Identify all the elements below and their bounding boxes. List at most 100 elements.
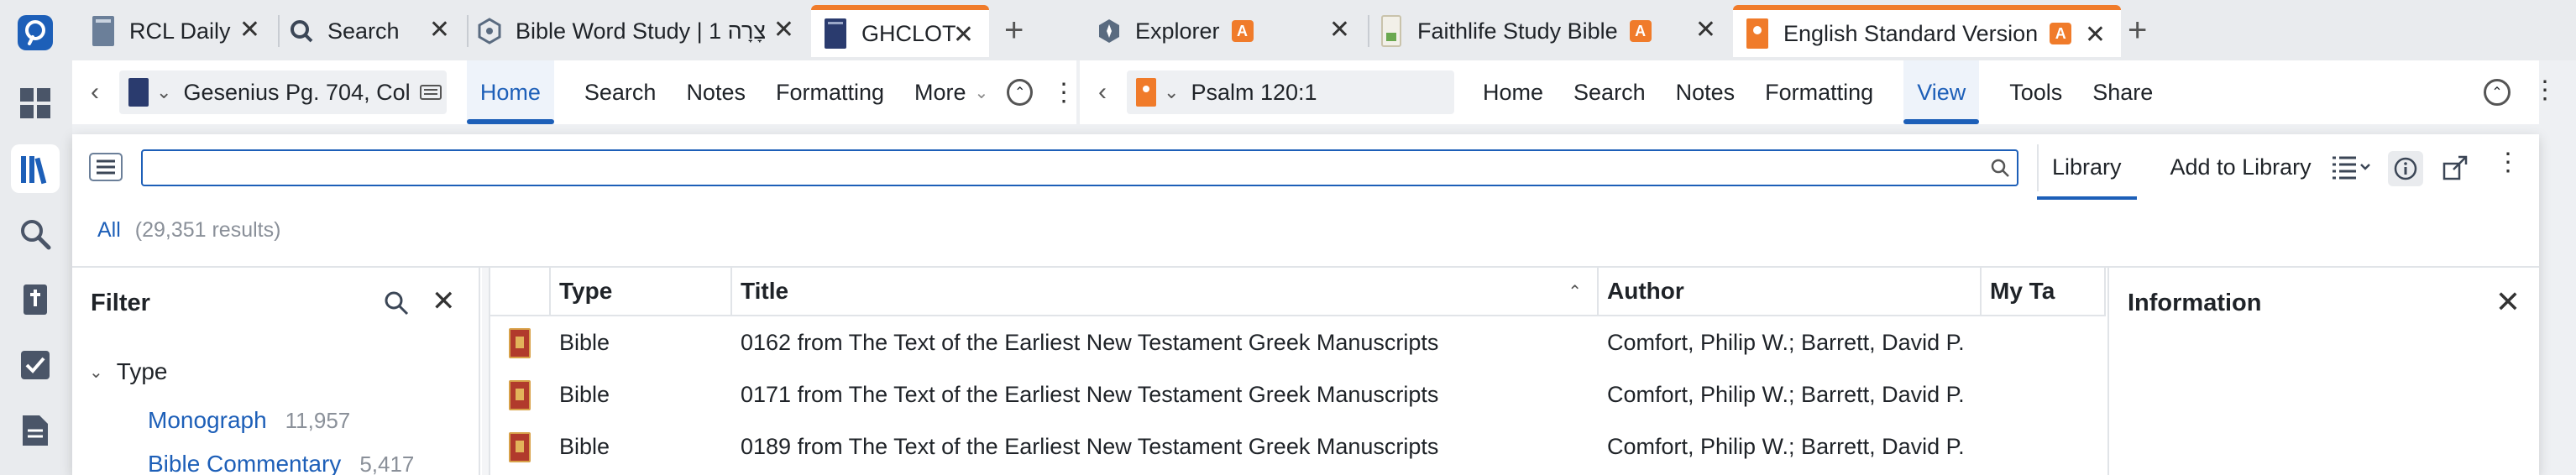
filter-item-label: Bible Commentary bbox=[148, 451, 342, 475]
menu-tools[interactable]: Tools bbox=[2009, 60, 2062, 124]
tab-divider bbox=[467, 15, 469, 47]
close-icon[interactable]: ✕ bbox=[2085, 20, 2106, 50]
tab-faithlife-study-bible[interactable]: Faithlife Study Bible A ✕ bbox=[1379, 5, 1731, 57]
new-tab-right-plus-icon[interactable]: + bbox=[2128, 12, 2147, 50]
menu-search[interactable]: Search bbox=[1573, 60, 1646, 124]
chevron-down-icon: ⌄ bbox=[89, 363, 103, 382]
cell-title: 0189 from The Text of the Earliest New T… bbox=[741, 433, 1439, 459]
hamburger-menu-icon[interactable] bbox=[89, 153, 123, 185]
back-arrow-icon[interactable]: ‹ bbox=[91, 78, 99, 107]
filter-search-icon[interactable] bbox=[383, 290, 410, 321]
cell-title: 0162 from The Text of the Earliest New T… bbox=[741, 329, 1439, 355]
menu-view[interactable]: View bbox=[1903, 60, 1980, 124]
library-tabs: Library Add to Library bbox=[2037, 134, 2345, 200]
library-search-input[interactable] bbox=[141, 149, 2018, 186]
column-header-icon[interactable] bbox=[490, 268, 551, 316]
tab-divider bbox=[278, 15, 280, 47]
new-tab-left-plus-icon[interactable]: + bbox=[1004, 12, 1024, 50]
checklist-icon[interactable] bbox=[11, 341, 60, 389]
resource-reference-box[interactable]: ⌄ Gesenius Pg. 704, Col. bbox=[119, 70, 447, 114]
tab-ghclot[interactable]: GHCLOT ✕ bbox=[811, 5, 989, 57]
menu-search[interactable]: Search bbox=[584, 60, 657, 124]
search-icon[interactable] bbox=[1990, 158, 2010, 182]
search-icon bbox=[289, 14, 314, 48]
book-icon bbox=[509, 328, 531, 358]
table-row[interactable]: Bible 0162 from The Text of the Earliest… bbox=[482, 316, 2106, 368]
chevron-down-icon[interactable]: ⌄ bbox=[1164, 81, 1179, 103]
tab-english-standard-version[interactable]: English Standard Version A ✕ bbox=[1733, 5, 2121, 57]
table-row[interactable]: Bible 0189 from The Text of the Earliest… bbox=[482, 420, 2106, 472]
close-icon[interactable]: ✕ bbox=[239, 15, 260, 44]
filter-item-count: 11,957 bbox=[285, 408, 351, 433]
chevron-down-icon[interactable]: ⌄ bbox=[975, 82, 989, 103]
close-icon[interactable]: ✕ bbox=[1329, 15, 1350, 44]
badge-a: A bbox=[2050, 23, 2072, 44]
cell-type: Bible bbox=[559, 329, 610, 355]
tab-search[interactable]: Search ✕ bbox=[289, 5, 465, 57]
menu-formatting[interactable]: Formatting bbox=[1765, 60, 1873, 124]
library-top-bar: Library Add to Library ⋮ bbox=[72, 134, 2539, 200]
tab-library[interactable]: Library bbox=[2037, 134, 2137, 200]
more-vertical-icon[interactable]: ⋮ bbox=[2495, 148, 2521, 177]
library-icon[interactable] bbox=[11, 144, 60, 193]
cell-title: 0171 from The Text of the Earliest New T… bbox=[741, 381, 1439, 407]
close-icon[interactable]: ✕ bbox=[432, 284, 456, 318]
column-header-author[interactable]: Author bbox=[1599, 268, 1982, 316]
sort-ascending-icon: ⌃ bbox=[1568, 282, 1582, 301]
bible-reference-box[interactable]: ⌄ Psalm 120:1 bbox=[1127, 70, 1454, 114]
dashboard-icon[interactable] bbox=[11, 79, 60, 128]
chevron-down-icon[interactable]: ⌄ bbox=[156, 81, 171, 103]
close-icon[interactable]: ✕ bbox=[773, 15, 794, 44]
more-vertical-icon[interactable]: ⋮ bbox=[1051, 78, 1076, 107]
column-header-title-label: Title bbox=[741, 278, 789, 304]
document-icon[interactable] bbox=[11, 406, 60, 455]
more-vertical-icon[interactable]: ⋮ bbox=[2532, 76, 2558, 105]
cell-author: Comfort, Philip W.; Barrett, David P. bbox=[1607, 433, 1965, 459]
menu-formatting[interactable]: Formatting bbox=[776, 60, 884, 124]
bible-icon[interactable] bbox=[11, 275, 60, 324]
popout-icon[interactable] bbox=[2442, 154, 2469, 185]
table-row[interactable]: Bible 0171 from The Text of the Earliest… bbox=[482, 368, 2106, 420]
logo-search-icon[interactable] bbox=[11, 8, 60, 57]
menu-notes[interactable]: Notes bbox=[686, 60, 746, 124]
bible-icon bbox=[1745, 17, 1770, 50]
bible-icon bbox=[1379, 14, 1404, 48]
tab-bible-word-study[interactable]: Bible Word Study | צָרָה 1 ✕ bbox=[477, 5, 809, 57]
menu-more[interactable]: More bbox=[914, 60, 966, 124]
collapse-up-icon[interactable]: ⌃ bbox=[1007, 79, 1033, 106]
menu-home[interactable]: Home bbox=[466, 60, 554, 124]
cell-type: Bible bbox=[559, 433, 610, 459]
app-window: RCL Daily ✕ Search ✕ Bible Word Study | … bbox=[0, 0, 2576, 475]
tab-explorer[interactable]: Explorer A ✕ bbox=[1097, 5, 1365, 57]
tab-divider bbox=[1368, 15, 1369, 47]
keyboard-icon[interactable] bbox=[420, 85, 442, 100]
tab-label: Explorer bbox=[1135, 18, 1220, 44]
filter-type-group[interactable]: ⌄ Type bbox=[89, 358, 167, 385]
filter-item-monograph[interactable]: Monograph 11,957 bbox=[148, 407, 350, 434]
tab-add-to-library[interactable]: Add to Library bbox=[2170, 134, 2312, 200]
close-icon[interactable]: ✕ bbox=[953, 20, 974, 50]
filter-item-count: 5,417 bbox=[359, 452, 415, 475]
column-header-type[interactable]: Type bbox=[551, 268, 732, 316]
menu-share[interactable]: Share bbox=[2092, 60, 2153, 124]
filter-item-bible-commentary[interactable]: Bible Commentary 5,417 bbox=[148, 451, 414, 475]
collapse-up-icon[interactable]: ⌃ bbox=[2484, 79, 2511, 106]
tab-rcl-daily[interactable]: RCL Daily ✕ bbox=[91, 5, 275, 57]
results-summary: All (29,351 results) bbox=[97, 218, 280, 243]
tab-label: RCL Daily bbox=[129, 18, 231, 44]
menu-home[interactable]: Home bbox=[1483, 60, 1543, 124]
close-icon[interactable]: ✕ bbox=[2495, 284, 2521, 320]
results-count: (29,351 results) bbox=[134, 218, 281, 242]
bible-reference-text: Psalm 120:1 bbox=[1191, 79, 1317, 105]
menu-notes[interactable]: Notes bbox=[1676, 60, 1736, 124]
search-icon[interactable] bbox=[11, 210, 60, 258]
close-icon[interactable]: ✕ bbox=[1695, 15, 1716, 44]
view-options-icon[interactable] bbox=[2331, 153, 2373, 185]
column-header-title[interactable]: Title ⌃ bbox=[732, 268, 1599, 316]
back-arrow-icon[interactable]: ‹ bbox=[1098, 78, 1107, 107]
information-icon[interactable] bbox=[2388, 151, 2423, 186]
column-header-my-tags[interactable]: My Ta bbox=[1982, 268, 2106, 316]
right-panel-toolbar: ‹ ⌄ Psalm 120:1 Home Search Notes Format… bbox=[1080, 60, 2558, 124]
filter-all-link[interactable]: All bbox=[97, 218, 121, 242]
close-icon[interactable]: ✕ bbox=[429, 15, 450, 44]
